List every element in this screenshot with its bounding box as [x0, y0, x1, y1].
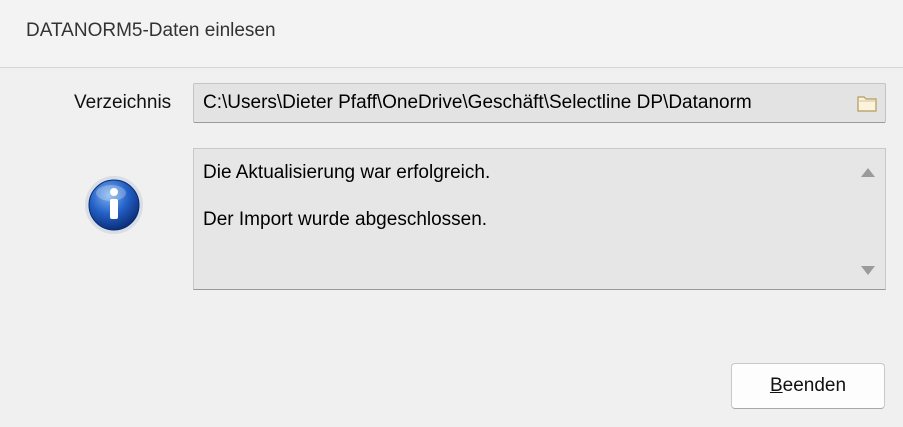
title-bar: DATANORM5-Daten einlesen: [0, 0, 903, 68]
window-title: DATANORM5-Daten einlesen: [26, 20, 276, 41]
info-icon: [83, 174, 145, 236]
message-line-success: Die Aktualisierung war erfolgreich.: [203, 162, 491, 183]
folder-browse-icon[interactable]: [856, 92, 878, 114]
scrollbar[interactable]: [851, 149, 885, 289]
close-button-accelerator: B: [769, 375, 783, 396]
close-button-label: eenden: [782, 375, 847, 396]
message-box[interactable]: Die Aktualisierung war erfolgreich. Der …: [193, 148, 886, 290]
close-button[interactable]: Beenden: [731, 363, 885, 409]
directory-label: Verzeichnis: [74, 92, 172, 113]
scroll-down-arrow-icon[interactable]: [861, 266, 875, 275]
directory-value: C:\Users\Dieter Pfaff\OneDrive\Geschäft\…: [203, 92, 752, 113]
message-line-import: Der Import wurde abgeschlossen.: [203, 209, 488, 230]
directory-field[interactable]: C:\Users\Dieter Pfaff\OneDrive\Geschäft\…: [193, 83, 886, 123]
scroll-up-arrow-icon[interactable]: [861, 168, 875, 177]
